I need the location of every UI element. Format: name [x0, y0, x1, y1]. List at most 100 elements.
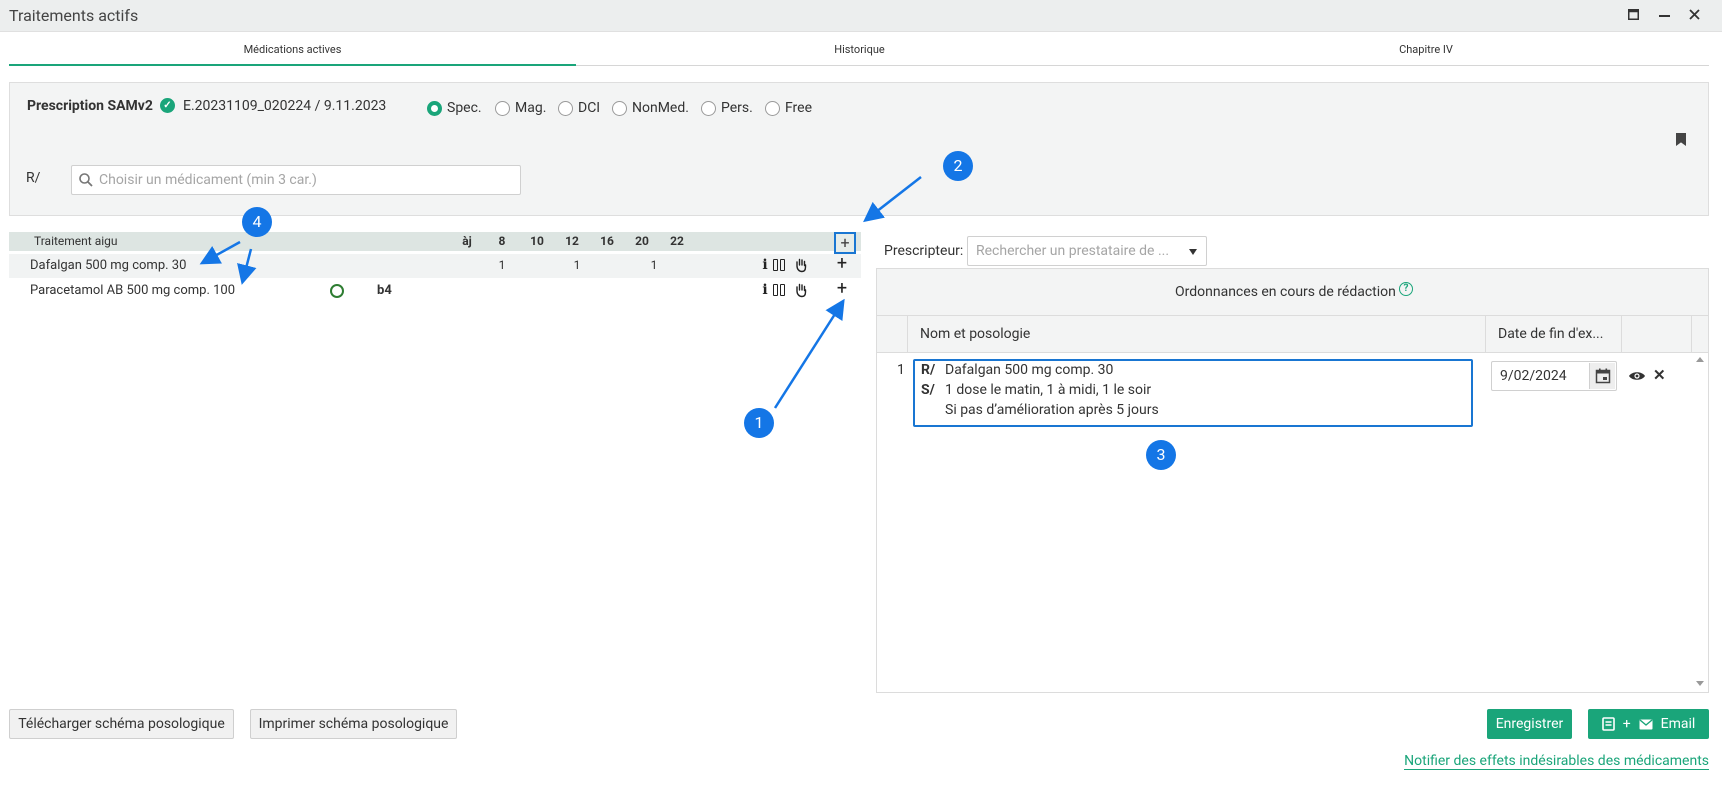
- print-email-button[interactable]: + Email: [1588, 709, 1709, 739]
- radio-dci[interactable]: DCI: [558, 99, 600, 117]
- tab-bar: Médications actives Historique Chapitre …: [9, 38, 1709, 66]
- header-nom-posologie: Nom et posologie: [908, 316, 1486, 353]
- vertical-scrollbar[interactable]: [1692, 353, 1708, 692]
- columns-icon[interactable]: [773, 259, 787, 271]
- hour-header-12: 12: [565, 234, 579, 248]
- dose-12: 1: [573, 258, 581, 272]
- radio-mag-dot[interactable]: [495, 100, 510, 116]
- treatment-tag: b4: [377, 283, 392, 298]
- ordonnances-panel: Ordonnances en cours de rédaction ? Nom …: [876, 268, 1709, 693]
- radio-pers-dot[interactable]: [701, 100, 716, 116]
- calendar-button[interactable]: [1589, 363, 1615, 389]
- print-schema-button[interactable]: Imprimer schéma posologique: [250, 709, 457, 739]
- medication-search-input[interactable]: [99, 169, 514, 191]
- entry-s-label: S/: [921, 382, 935, 398]
- row-number: 1: [897, 362, 905, 378]
- radio-mag-label: Mag.: [515, 100, 547, 116]
- status-circle-icon: [330, 284, 344, 298]
- calendar-icon: [1595, 368, 1611, 384]
- close-icon: [1688, 9, 1700, 20]
- treatment-name: Paracetamol AB 500 mg comp. 100: [30, 283, 236, 298]
- close-window-button[interactable]: [1684, 6, 1704, 26]
- add-to-prescription-button[interactable]: +: [834, 255, 850, 273]
- callout-1: 1: [744, 408, 774, 438]
- hand-icon[interactable]: [793, 282, 809, 298]
- info-icon[interactable]: i: [761, 257, 769, 273]
- remove-entry-icon[interactable]: ✕: [1653, 366, 1666, 384]
- end-date-value: 9/02/2024: [1500, 368, 1567, 384]
- hand-icon[interactable]: [793, 257, 809, 273]
- columns-icon[interactable]: [773, 284, 787, 296]
- minimize-button[interactable]: [1654, 6, 1674, 26]
- ordonnances-title-bar: Ordonnances en cours de rédaction ?: [877, 269, 1708, 316]
- bookmark-icon[interactable]: [1676, 133, 1686, 146]
- treatment-row[interactable]: Dafalgan 500 mg comp. 30 1 1 1 i +: [9, 254, 861, 278]
- save-button[interactable]: Enregistrer: [1487, 709, 1572, 739]
- radio-nonmed[interactable]: NonMed.: [612, 99, 689, 117]
- hour-header-10: 10: [530, 234, 544, 248]
- radio-free-dot[interactable]: [765, 100, 780, 116]
- arrow-1: [773, 298, 845, 409]
- callout-3: 3: [1146, 440, 1176, 470]
- radio-free-label: Free: [785, 100, 813, 116]
- entry-s-line: S/1 dose le matin, 1 à midi, 1 le soir: [921, 382, 1151, 398]
- prescription-entry-editor[interactable]: R/Dafalgan 500 mg comp. 30 S/1 dose le m…: [913, 359, 1473, 427]
- entry-s-text-2: Si pas d’amélioration après 5 jours: [945, 402, 1159, 418]
- window-title: Traitements actifs: [9, 6, 139, 25]
- radio-mag[interactable]: Mag.: [495, 99, 546, 117]
- end-date-field[interactable]: 9/02/2024: [1491, 361, 1617, 391]
- treatment-name: Dafalgan 500 mg comp. 30: [30, 258, 187, 273]
- tab-medications-actives[interactable]: Médications actives: [9, 38, 576, 66]
- entry-r-text: Dafalgan 500 mg comp. 30: [945, 362, 1114, 378]
- radio-nonmed-dot[interactable]: [612, 100, 627, 116]
- prescriber-select[interactable]: Rechercher un prestataire de ...: [967, 236, 1207, 266]
- header-actions-col: [1622, 316, 1692, 353]
- check-icon: ✓: [160, 98, 175, 113]
- search-icon: [79, 173, 93, 187]
- radio-dci-label: DCI: [578, 100, 601, 116]
- callout-2: 2: [943, 151, 973, 181]
- radio-pers-label: Pers.: [721, 100, 753, 116]
- radio-free[interactable]: Free: [765, 99, 812, 117]
- entry-r-label: R/: [921, 362, 936, 378]
- radio-spec-dot[interactable]: [427, 100, 442, 116]
- add-treatment-button[interactable]: +: [834, 232, 856, 254]
- treatment-row[interactable]: Paracetamol AB 500 mg comp. 100 b4 i +: [9, 279, 861, 303]
- maximize-icon: [1627, 9, 1639, 20]
- download-schema-button[interactable]: Télécharger schéma posologique: [9, 709, 234, 739]
- eye-icon[interactable]: [1628, 369, 1646, 383]
- radio-dci-dot[interactable]: [558, 100, 573, 116]
- document-icon: [1601, 717, 1615, 731]
- info-icon[interactable]: i: [761, 282, 769, 298]
- minimize-icon: [1658, 15, 1670, 17]
- ordonnances-title: Ordonnances en cours de rédaction: [1175, 284, 1396, 300]
- email-label: Email: [1660, 716, 1696, 732]
- add-to-prescription-button[interactable]: +: [834, 280, 850, 298]
- header-num-col: [877, 316, 908, 353]
- ordonnances-header: Nom et posologie Date de fin d'ex...: [877, 316, 1708, 353]
- dose-8: 1: [498, 258, 506, 272]
- hour-header-22: 22: [670, 234, 684, 248]
- dose-20: 1: [650, 258, 658, 272]
- tab-historique[interactable]: Historique: [576, 38, 1143, 66]
- prescription-id: E.20231109_020224 / 9.11.2023: [183, 98, 387, 114]
- treatment-header: Traitement aigu àj 8 10 12 16 20 22: [9, 232, 861, 251]
- tab-chapitre-iv[interactable]: Chapitre IV: [1143, 38, 1709, 66]
- header-date-fin: Date de fin d'ex...: [1486, 316, 1622, 353]
- hour-header-20: 20: [635, 234, 649, 248]
- medication-search[interactable]: [71, 165, 521, 195]
- help-icon[interactable]: ?: [1399, 282, 1413, 296]
- treatment-section-title: Traitement aigu: [34, 234, 118, 248]
- hour-header-16: 16: [600, 234, 614, 248]
- maximize-button[interactable]: [1623, 6, 1643, 26]
- prescription-label: Prescription SAMv2: [27, 98, 153, 114]
- radio-spec[interactable]: Spec.: [427, 99, 482, 117]
- radio-nonmed-label: NonMed.: [632, 100, 689, 116]
- entry-s-text: 1 dose le matin, 1 à midi, 1 le soir: [945, 382, 1152, 398]
- radio-pers[interactable]: Pers.: [701, 99, 753, 117]
- window-titlebar: Traitements actifs: [0, 0, 1722, 32]
- email-plus-label: +: [1622, 716, 1631, 732]
- callout-4: 4: [242, 207, 272, 237]
- mail-icon: [1639, 718, 1653, 729]
- notify-adverse-effects-link[interactable]: Notifier des effets indésirables des méd…: [1404, 753, 1709, 770]
